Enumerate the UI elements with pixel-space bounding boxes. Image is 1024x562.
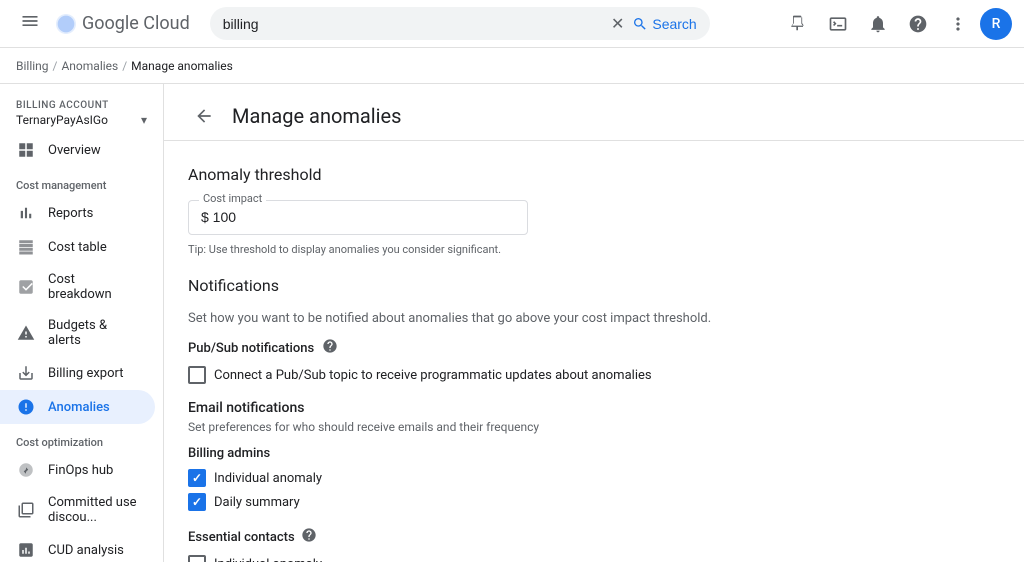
breakdown-icon bbox=[16, 278, 36, 296]
email-title: Email notifications bbox=[188, 400, 940, 416]
grid-icon bbox=[16, 141, 36, 159]
bell-icon[interactable] bbox=[860, 6, 896, 42]
export-icon bbox=[16, 364, 36, 382]
bar-chart-icon bbox=[16, 204, 36, 222]
essential-contacts-title: Essential contacts bbox=[188, 530, 295, 545]
cost-optimization-header: Cost optimization bbox=[0, 428, 163, 453]
pubsub-row: Pub/Sub notifications bbox=[188, 338, 940, 358]
essential-contacts-help-icon[interactable] bbox=[301, 527, 317, 547]
email-desc: Set preferences for who should receive e… bbox=[188, 420, 940, 434]
sidebar: Billing account TernaryPayAsIGo ▾ Overvi… bbox=[0, 84, 164, 562]
page-title: Manage anomalies bbox=[232, 104, 401, 128]
content-body: Anomaly threshold Cost impact Tip: Use t… bbox=[164, 141, 964, 562]
search-button[interactable]: Search bbox=[632, 16, 696, 32]
cost-impact-field-group: Cost impact bbox=[188, 200, 528, 235]
alert-icon bbox=[16, 324, 36, 342]
sidebar-item-reports-label: Reports bbox=[48, 206, 93, 221]
billing-admins-individual-label: Individual anomaly bbox=[214, 471, 322, 486]
pubsub-label: Pub/Sub notifications bbox=[188, 341, 314, 356]
sidebar-item-finops-hub[interactable]: FinOps hub bbox=[0, 453, 155, 487]
sidebar-item-cud-analysis[interactable]: CUD analysis bbox=[0, 533, 155, 562]
billing-admins-individual-row[interactable]: Individual anomaly bbox=[188, 469, 940, 487]
pubsub-checkbox-label: Connect a Pub/Sub topic to receive progr… bbox=[214, 368, 652, 383]
sidebar-item-committed-use-label: Committed use discou... bbox=[48, 495, 139, 525]
breadcrumb-billing[interactable]: Billing bbox=[16, 59, 49, 73]
sidebar-item-cost-breakdown-label: Cost breakdown bbox=[48, 272, 139, 302]
pubsub-checkbox[interactable] bbox=[188, 366, 206, 384]
billing-admins-title: Billing admins bbox=[188, 446, 940, 461]
breadcrumb-current: Manage anomalies bbox=[131, 59, 233, 73]
cost-impact-tip: Tip: Use threshold to display anomalies … bbox=[188, 243, 940, 256]
finops-icon bbox=[16, 461, 36, 479]
anomaly-threshold-title: Anomaly threshold bbox=[188, 165, 940, 184]
notifications-desc: Set how you want to be notified about an… bbox=[188, 311, 940, 326]
notifications-section: Notifications Set how you want to be not… bbox=[188, 276, 940, 562]
cost-impact-field-label: Cost impact bbox=[199, 192, 266, 205]
table-icon bbox=[16, 238, 36, 256]
sidebar-item-overview-label: Overview bbox=[48, 143, 101, 158]
sidebar-item-reports[interactable]: Reports bbox=[0, 196, 155, 230]
topbar: Google Cloud billing ✕ Search R bbox=[0, 0, 1024, 48]
cost-management-header: Cost management bbox=[0, 171, 163, 196]
main-layout: Billing account TernaryPayAsIGo ▾ Overvi… bbox=[0, 84, 1024, 562]
essential-contacts-individual-label: Individual anomaly bbox=[214, 557, 322, 562]
breadcrumb-sep-1: / bbox=[53, 59, 58, 73]
sidebar-item-billing-export-label: Billing export bbox=[48, 366, 123, 381]
content-area: Manage anomalies Anomaly threshold Cost … bbox=[164, 84, 1024, 562]
topbar-right-actions: R bbox=[780, 6, 1012, 42]
google-cloud-icon bbox=[56, 14, 76, 34]
sidebar-item-anomalies-label: Anomalies bbox=[48, 400, 110, 415]
breadcrumb-sep-2: / bbox=[122, 59, 127, 73]
billing-admins-daily-row[interactable]: Daily summary bbox=[188, 493, 940, 511]
more-icon[interactable] bbox=[940, 6, 976, 42]
help-icon[interactable] bbox=[900, 6, 936, 42]
essential-contacts-group: Essential contacts Individual anomaly Da… bbox=[188, 527, 940, 562]
search-bar: billing ✕ Search bbox=[210, 7, 710, 40]
avatar[interactable]: R bbox=[980, 8, 1012, 40]
sidebar-item-cost-table-label: Cost table bbox=[48, 240, 107, 255]
billing-account-label: Billing account bbox=[16, 100, 147, 111]
pin-icon[interactable] bbox=[780, 6, 816, 42]
sidebar-item-cost-table[interactable]: Cost table bbox=[0, 230, 155, 264]
anomaly-threshold-section: Anomaly threshold Cost impact Tip: Use t… bbox=[188, 165, 940, 256]
sidebar-item-overview[interactable]: Overview bbox=[0, 133, 155, 167]
billing-admins-daily-label: Daily summary bbox=[214, 495, 300, 510]
billing-admins-group: Billing admins Individual anomaly Daily … bbox=[188, 446, 940, 511]
billing-admins-individual-checkbox[interactable] bbox=[188, 469, 206, 487]
pubsub-help-icon[interactable] bbox=[322, 338, 338, 358]
breadcrumb: Billing / Anomalies / Manage anomalies bbox=[0, 48, 1024, 84]
email-notifications-section: Email notifications Set preferences for … bbox=[188, 400, 940, 434]
menu-icon[interactable] bbox=[12, 3, 48, 44]
essential-contacts-individual-checkbox[interactable] bbox=[188, 555, 206, 562]
notifications-title: Notifications bbox=[188, 276, 940, 295]
search-button-label: Search bbox=[652, 16, 696, 32]
sidebar-item-cost-breakdown[interactable]: Cost breakdown bbox=[0, 264, 155, 310]
billing-account-selector[interactable]: TernaryPayAsIGo ▾ bbox=[16, 111, 147, 129]
sidebar-item-budgets-label: Budgets & alerts bbox=[48, 318, 139, 348]
sidebar-item-committed-use[interactable]: Committed use discou... bbox=[0, 487, 155, 533]
pubsub-checkbox-row[interactable]: Connect a Pub/Sub topic to receive progr… bbox=[188, 366, 940, 384]
topbar-logo-text: Google Cloud bbox=[82, 13, 190, 34]
sidebar-item-billing-export[interactable]: Billing export bbox=[0, 356, 155, 390]
billing-account-name: TernaryPayAsIGo bbox=[16, 113, 108, 127]
terminal-icon[interactable] bbox=[820, 6, 856, 42]
sidebar-item-finops-label: FinOps hub bbox=[48, 463, 113, 478]
google-cloud-logo: Google Cloud bbox=[56, 13, 190, 34]
committed-icon bbox=[16, 501, 36, 519]
search-clear-icon[interactable]: ✕ bbox=[611, 14, 624, 33]
billing-account-section: Billing account TernaryPayAsIGo ▾ bbox=[0, 92, 163, 133]
back-button[interactable] bbox=[188, 100, 220, 132]
cud-icon bbox=[16, 541, 36, 559]
sidebar-item-cud-analysis-label: CUD analysis bbox=[48, 543, 124, 558]
sidebar-item-budgets-alerts[interactable]: Budgets & alerts bbox=[0, 310, 155, 356]
search-input[interactable]: billing bbox=[223, 16, 603, 32]
dropdown-arrow-icon: ▾ bbox=[141, 113, 147, 127]
breadcrumb-anomalies[interactable]: Anomalies bbox=[61, 59, 118, 73]
billing-admins-daily-checkbox[interactable] bbox=[188, 493, 206, 511]
content-header: Manage anomalies bbox=[164, 84, 1024, 141]
anomaly-icon bbox=[16, 398, 36, 416]
cost-impact-input[interactable] bbox=[201, 209, 515, 225]
sidebar-item-anomalies[interactable]: Anomalies bbox=[0, 390, 155, 424]
essential-contacts-individual-row[interactable]: Individual anomaly bbox=[188, 555, 940, 562]
